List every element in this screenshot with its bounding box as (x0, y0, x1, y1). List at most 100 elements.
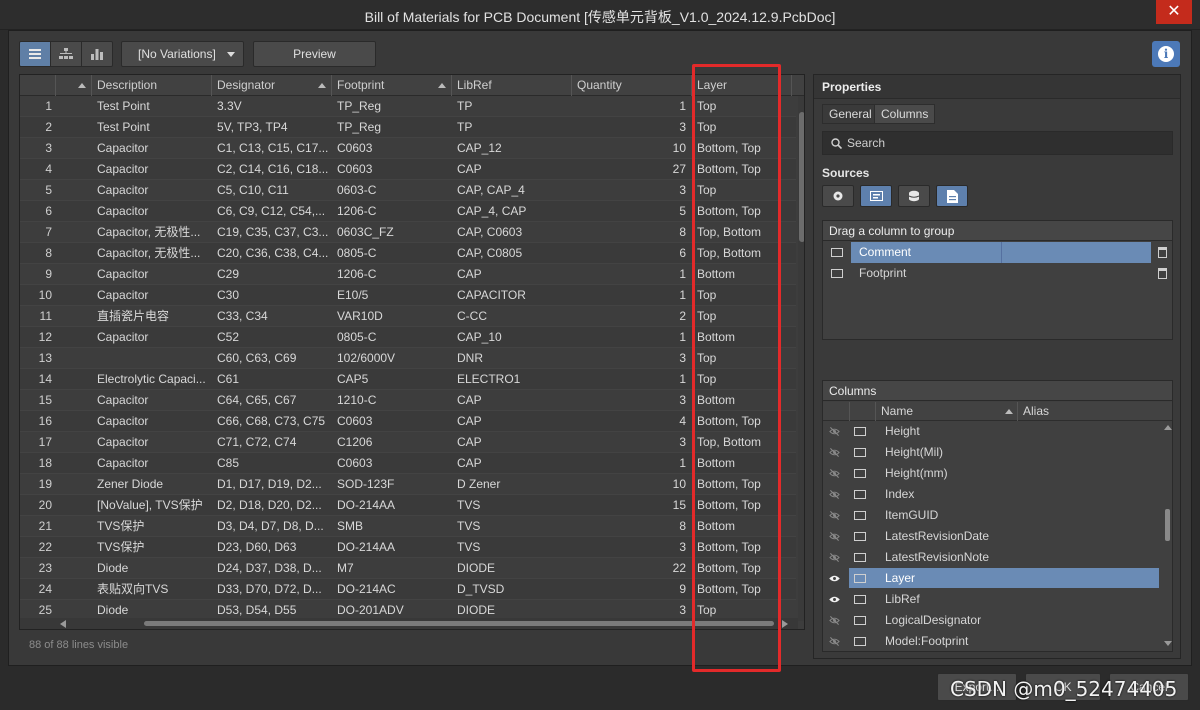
header-description[interactable]: Description (92, 75, 212, 96)
table-row[interactable]: 3 Capacitor C1, C13, C15, C17... C0603 CAP_1… (20, 138, 796, 159)
variations-dropdown[interactable]: [No Variations] (121, 41, 244, 67)
table-row[interactable]: 14 Electrolytic Capaci... C61 CAP5 ELECTRO1 1… (20, 369, 796, 390)
eye-hidden-icon[interactable] (829, 447, 840, 458)
columns-header-name[interactable]: Name (881, 404, 913, 418)
search-input[interactable]: Search (822, 131, 1173, 155)
info-button[interactable]: i (1152, 41, 1180, 67)
table-row[interactable]: 19 Zener Diode D1, D17, D19, D2... SOD-123F… (20, 474, 796, 495)
search-placeholder: Search (847, 136, 886, 150)
eye-hidden-icon[interactable] (829, 468, 840, 479)
scroll-down-icon[interactable] (1164, 641, 1172, 646)
column-row[interactable]: ItemGUID (823, 505, 1163, 526)
cell-n: 15 (38, 393, 52, 407)
sort-asc-icon (438, 83, 446, 88)
cell-libref: CAP (457, 456, 482, 470)
table-row[interactable]: 8 Capacitor, 无极性... C20, C36, C38, C4... 08… (20, 243, 796, 264)
cell-n: 17 (38, 435, 52, 449)
table-row[interactable]: 18 Capacitor C85 C0603 CAP 1 Bottom (20, 453, 796, 474)
sort-header[interactable] (56, 75, 92, 96)
column-row[interactable]: LogicalDesignator (823, 610, 1163, 631)
table-row[interactable]: 23 Diode D24, D37, D38, D... M7 DIODE 22 Botto… (20, 558, 796, 579)
table-row[interactable]: 4 Capacitor C2, C14, C16, C18... C0603 CAP 27… (20, 159, 796, 180)
table-row[interactable]: 15 Capacitor C64, C65, C67 1210-C CAP 3 Bottom (20, 390, 796, 411)
tab-columns[interactable]: Columns (874, 104, 936, 124)
eye-hidden-icon[interactable] (829, 510, 840, 521)
cell-designator: C19, C35, C37, C3... (217, 225, 329, 239)
grid-view-button[interactable] (20, 42, 51, 66)
eye-hidden-icon[interactable] (829, 426, 840, 437)
table-row[interactable]: 16 Capacitor C66, C68, C73, C75 C0603 CAP 4 Bo… (20, 411, 796, 432)
delete-icon[interactable] (1158, 268, 1167, 279)
delete-icon[interactable] (1158, 247, 1167, 258)
column-row[interactable]: Layer (823, 568, 1163, 589)
cell-n: 16 (38, 414, 52, 428)
eye-hidden-icon[interactable] (829, 615, 840, 626)
source-components-button[interactable] (822, 185, 854, 207)
column-row[interactable]: Index (823, 484, 1163, 505)
table-row[interactable]: 20 [NoValue], TVS保护 D2, D18, D20, D2... DO-… (20, 495, 796, 516)
column-icon (854, 595, 866, 604)
group-row-footprint[interactable]: Footprint (823, 263, 1172, 284)
chart-view-button[interactable] (82, 42, 112, 66)
properties-panel: Properties General Columns Search Source… (813, 74, 1181, 659)
column-name: LogicalDesignator (885, 613, 982, 627)
column-row[interactable]: Model:Footprint (823, 631, 1163, 651)
table-row[interactable]: 21 TVS保护 D3, D4, D7, D8, D... SMB TVS 8 Bottom (20, 516, 796, 537)
table-row[interactable]: 9 Capacitor C29 1206-C CAP 1 Bottom (20, 264, 796, 285)
header-layer[interactable]: Layer (692, 75, 792, 96)
table-row[interactable]: 12 Capacitor C52 0805-C CAP_10 1 Bottom (20, 327, 796, 348)
scroll-left-icon[interactable] (60, 620, 66, 628)
source-document-button[interactable] (936, 185, 968, 207)
cell-layer: Bottom (697, 267, 736, 281)
source-parameters-button[interactable] (860, 185, 892, 207)
table-row[interactable]: 1 Test Point 3.3V TP_Reg TP 1 Top (20, 96, 796, 117)
columns-header-alias[interactable]: Alias (1023, 404, 1049, 418)
header-quantity[interactable]: Quantity (572, 75, 692, 96)
hierarchy-view-button[interactable] (51, 42, 82, 66)
preview-button[interactable]: Preview (253, 41, 376, 67)
cell-libref: CAPACITOR (457, 288, 526, 302)
scroll-right-icon[interactable] (782, 620, 788, 628)
table-row[interactable]: 11 直插瓷片电容 C33, C34 VAR10D C-CC 2 Top (20, 306, 796, 327)
bar-chart-icon (91, 48, 103, 60)
table-row[interactable]: 13 C60, C63, C69 102/6000V DNR 3 Top (20, 348, 796, 369)
table-row[interactable]: 6 Capacitor C6, C9, C12, C54,... 1206-C CAP_… (20, 201, 796, 222)
eye-icon[interactable] (829, 594, 840, 605)
scroll-thumb[interactable] (144, 621, 774, 626)
header-libref[interactable]: LibRef (452, 75, 572, 96)
sources-label: Sources (822, 166, 870, 180)
header-designator[interactable]: Designator (212, 75, 332, 96)
cell-quantity: 2 (679, 309, 686, 323)
cell-libref: CAP (457, 414, 482, 428)
table-row[interactable]: 2 Test Point 5V, TP3, TP4 TP_Reg TP 3 Top (20, 117, 796, 138)
tab-general[interactable]: General (822, 104, 879, 124)
eye-hidden-icon[interactable] (829, 636, 840, 647)
close-button[interactable]: ✕ (1156, 0, 1192, 24)
column-row[interactable]: Height (823, 421, 1163, 442)
table-row[interactable]: 22 TVS保护 D23, D60, D63 DO-214AA TVS 3 Bottom, … (20, 537, 796, 558)
grid-horizontal-scrollbar[interactable] (20, 618, 798, 629)
table-row[interactable]: 7 Capacitor, 无极性... C19, C35, C37, C3... 06… (20, 222, 796, 243)
scroll-up-icon[interactable] (1164, 425, 1172, 430)
table-row[interactable]: 5 Capacitor C5, C10, C11 0603-C CAP, CAP_4 3 T… (20, 180, 796, 201)
source-database-button[interactable] (898, 185, 930, 207)
eye-hidden-icon[interactable] (829, 531, 840, 542)
header-footprint[interactable]: Footprint (332, 75, 452, 96)
cell-n: 2 (45, 120, 52, 134)
column-row[interactable]: LibRef (823, 589, 1163, 610)
scroll-thumb[interactable] (1165, 509, 1170, 541)
group-row-comment[interactable]: Comment (823, 242, 1172, 263)
table-row[interactable]: 17 Capacitor C71, C72, C74 C1206 CAP 3 Top, Bo… (20, 432, 796, 453)
eye-icon[interactable] (829, 573, 840, 584)
column-row[interactable]: Height(Mil) (823, 442, 1163, 463)
scroll-thumb[interactable] (799, 112, 804, 242)
eye-hidden-icon[interactable] (829, 489, 840, 500)
column-row[interactable]: LatestRevisionNote (823, 547, 1163, 568)
column-row[interactable]: LatestRevisionDate (823, 526, 1163, 547)
grid-vertical-scrollbar[interactable] (798, 96, 804, 621)
columns-scrollbar[interactable] (1163, 421, 1172, 651)
table-row[interactable]: 24 表贴双向TVS D33, D70, D72, D... DO-214AC D_TV… (20, 579, 796, 600)
column-row[interactable]: Height(mm) (823, 463, 1163, 484)
eye-hidden-icon[interactable] (829, 552, 840, 563)
table-row[interactable]: 10 Capacitor C30 E10/5 CAPACITOR 1 Top (20, 285, 796, 306)
